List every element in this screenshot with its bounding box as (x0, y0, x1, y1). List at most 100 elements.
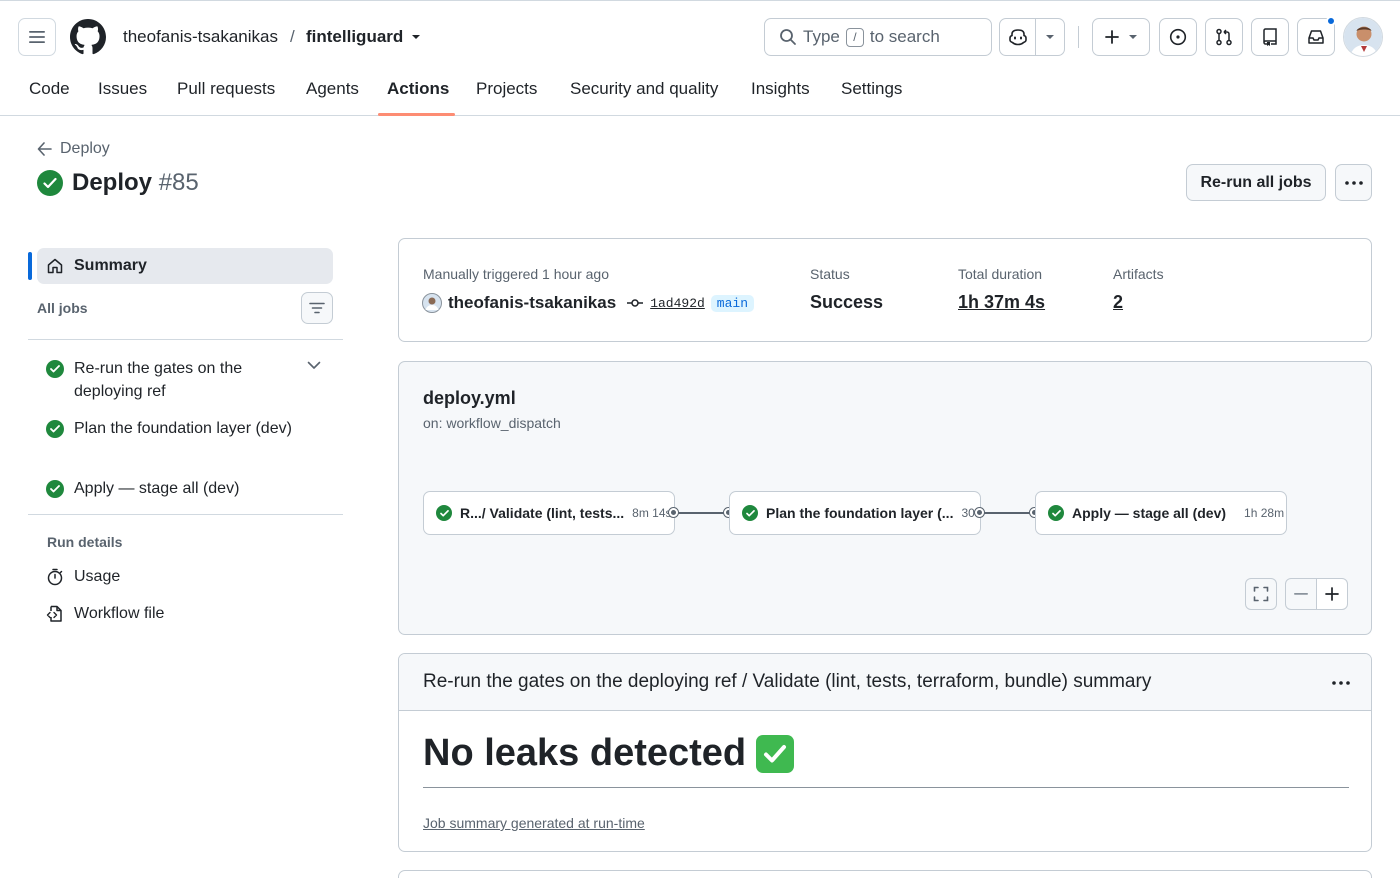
zoom-out-button[interactable] (1285, 578, 1317, 610)
trigger-text: Manually triggered 1 hour ago (423, 266, 610, 282)
graph-connector-line (984, 512, 1031, 514)
issue-opened-icon (1169, 28, 1187, 46)
copilot-icon[interactable] (1000, 19, 1036, 55)
zoom-in-button[interactable] (1316, 578, 1348, 610)
artifacts-label: Artifacts (1113, 266, 1164, 282)
inbox-icon (1308, 30, 1324, 44)
tab-projects[interactable]: Projects (476, 79, 537, 99)
sidebar-link-label: Usage (74, 568, 121, 585)
menu-button[interactable] (18, 18, 56, 56)
status-value: Success (810, 292, 884, 312)
tab-code[interactable]: Code (29, 79, 70, 99)
actor-link[interactable]: theofanis-tsakanikas (448, 293, 616, 313)
workflow-trigger: on: workflow_dispatch (423, 415, 561, 431)
plus-icon (1325, 587, 1339, 601)
branch-label[interactable]: main (710, 294, 755, 312)
run-details-heading: Run details (47, 534, 123, 550)
job-summary-card: Re-run the gates on the deploying ref / … (398, 653, 1372, 852)
repositories-button[interactable] (1251, 18, 1289, 56)
check-circle-fill-icon (742, 505, 758, 521)
sidebar-divider (28, 339, 343, 340)
header-divider (1078, 26, 1079, 48)
search-shortcut-key: / (845, 27, 864, 47)
tab-settings[interactable]: Settings (841, 79, 902, 99)
filter-jobs-button[interactable] (301, 292, 333, 324)
issues-button[interactable] (1159, 18, 1197, 56)
tab-actions[interactable]: Actions (387, 79, 449, 99)
create-new-button[interactable] (1092, 18, 1150, 56)
job-summary-menu-button[interactable] (1331, 681, 1351, 685)
search-input[interactable]: Type / to search (764, 18, 992, 56)
job-summary-heading: Re-run the gates on the deploying ref / … (423, 671, 1152, 692)
artifacts-count-link[interactable]: 2 (1113, 292, 1123, 313)
graph-node-name: R.../ Validate (lint, tests... (460, 505, 625, 521)
git-commit-icon (627, 299, 644, 307)
selected-indicator (28, 252, 32, 280)
pull-requests-button[interactable] (1205, 18, 1243, 56)
tab-insights[interactable]: Insights (751, 79, 810, 99)
back-to-workflow-link[interactable]: Deploy (37, 140, 110, 158)
tab-pull-requests[interactable]: Pull requests (177, 79, 275, 99)
summary-divider (423, 787, 1349, 788)
git-pull-request-icon (1216, 28, 1232, 46)
github-logo-icon[interactable] (70, 19, 106, 55)
summary-title-text: No leaks detected (423, 732, 747, 774)
job-summary-header: Re-run the gates on the deploying ref / … (399, 654, 1371, 711)
sidebar-job-rerun-gates[interactable]: Re-run the gates on the deploying ref (46, 357, 296, 403)
sidebar-job-apply-stage-all[interactable]: Apply — stage all (dev) (46, 477, 296, 500)
check-circle-fill-icon (46, 420, 64, 438)
back-label: Deploy (60, 140, 110, 157)
sidebar-link-usage[interactable]: Usage (46, 568, 120, 586)
run-actions-menu-button[interactable] (1335, 164, 1372, 201)
tab-agents[interactable]: Agents (306, 79, 359, 99)
graph-node-name: Apply — stage all (dev) (1072, 505, 1227, 521)
hamburger-icon (29, 31, 45, 43)
sidebar-item-summary[interactable]: Summary (37, 248, 333, 284)
copilot-button[interactable] (999, 18, 1065, 56)
tab-issues[interactable]: Issues (98, 79, 147, 99)
graph-connector-dot (975, 508, 984, 517)
job-summary-title: No leaks detected (423, 732, 795, 775)
repo-name-link[interactable]: fintelliguard (306, 27, 403, 47)
sidebar-job-plan-foundation[interactable]: Plan the foundation layer (dev) (46, 417, 296, 440)
run-title: Deploy (72, 169, 153, 196)
tab-security-and-quality[interactable]: Security and quality (570, 79, 718, 99)
job-name: Apply — stage all (dev) (74, 480, 240, 497)
graph-node-validate[interactable]: R.../ Validate (lint, tests... 8m 14s (423, 491, 675, 535)
search-prefix: Type (803, 27, 840, 46)
repo-owner-link[interactable]: theofanis-tsakanikas (123, 27, 278, 47)
white-check-mark-emoji-icon (756, 734, 795, 773)
unread-indicator (1326, 16, 1336, 26)
check-circle-fill-icon (46, 480, 64, 498)
job-name: Plan the foundation layer (dev) (74, 420, 292, 437)
sidebar-link-workflow-file[interactable]: Workflow file (46, 605, 164, 623)
check-circle-fill-icon (37, 170, 63, 196)
status-label: Status (810, 266, 850, 282)
breadcrumb-separator: / (290, 27, 295, 46)
actor-avatar (422, 293, 442, 313)
active-tab-indicator (378, 113, 455, 116)
copilot-dropdown-chevron-icon[interactable] (1036, 19, 1064, 55)
graph-connector-dot (669, 508, 678, 517)
chevron-down-icon[interactable] (307, 361, 321, 370)
repo-dropdown-caret-icon[interactable] (410, 33, 422, 41)
graph-node-duration: 8m 14s (632, 506, 672, 520)
next-summary-card (398, 870, 1372, 878)
arrow-left-icon (37, 142, 52, 156)
fullscreen-button[interactable] (1245, 578, 1277, 610)
graph-node-plan-foundation[interactable]: Plan the foundation layer (... 30s (729, 491, 981, 535)
trigger-meta: theofanis-tsakanikas 1ad492d main (422, 293, 755, 313)
graph-node-name: Plan the foundation layer (... (766, 505, 954, 521)
sidebar-link-label: Workflow file (74, 605, 165, 622)
minus-icon (1294, 593, 1308, 595)
commit-sha-link[interactable]: 1ad492d (650, 296, 705, 311)
page-title: Deploy #85 (72, 169, 199, 197)
user-avatar[interactable] (1343, 17, 1383, 57)
screen-full-icon (1253, 586, 1269, 602)
stopwatch-icon (47, 568, 63, 586)
job-name: Re-run the gates on the deploying ref (74, 360, 243, 400)
rerun-all-jobs-button[interactable]: Re-run all jobs (1186, 164, 1326, 201)
graph-node-apply-stage-all[interactable]: Apply — stage all (dev) 1h 28m (1035, 491, 1287, 535)
duration-value-link[interactable]: 1h 37m 4s (958, 292, 1045, 313)
job-summary-footer-link[interactable]: Job summary generated at run-time (423, 815, 645, 831)
